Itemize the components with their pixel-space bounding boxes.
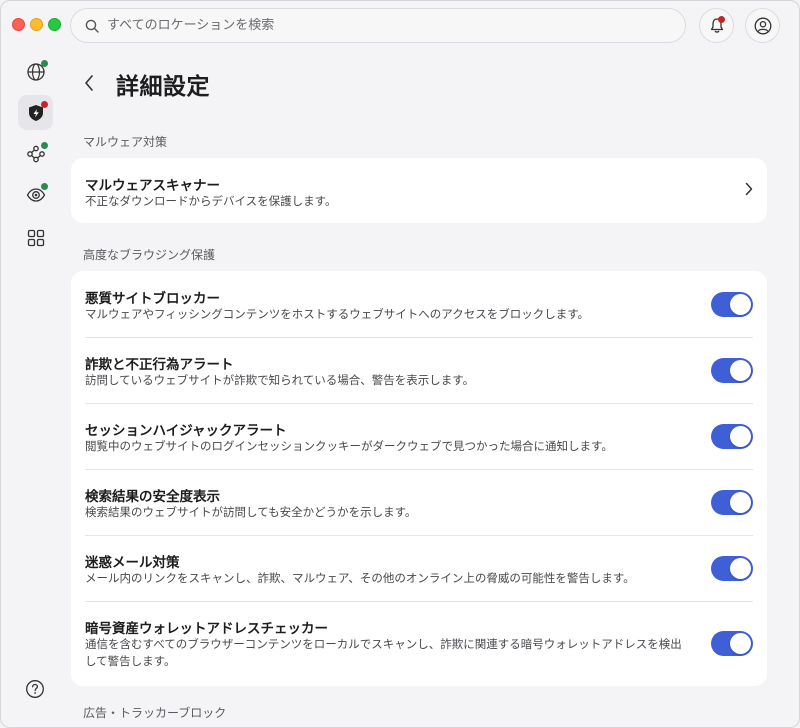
toggle-malicious-site-blocker[interactable]	[711, 292, 753, 317]
toggle-knob	[730, 633, 751, 654]
setting-row-session-hijack-alert: セッションハイジャックアラート 閲覧中のウェブサイトのログインセッションクッキー…	[71, 403, 767, 469]
row-description: 閲覧中のウェブサイトのログインセッションクッキーがダークウェブで見つかった場合に…	[85, 439, 613, 453]
status-dot-ok	[41, 60, 48, 67]
sidebar-item-network[interactable]	[18, 136, 53, 171]
toggle-session-hijack-alert[interactable]	[711, 424, 753, 449]
toggle-knob	[730, 360, 751, 381]
toggle-knob	[730, 492, 751, 513]
section-label-ads: 広告・トラッカーブロック	[83, 706, 227, 720]
help-icon	[26, 680, 44, 698]
row-title: 暗号資産ウォレットアドレスチェッカー	[85, 621, 328, 637]
setting-row-scam-alert: 詐欺と不正行為アラート 訪問しているウェブサイトが詐欺で知られている場合、警告を…	[71, 337, 767, 403]
chevron-left-icon	[85, 75, 93, 91]
toggle-spam-mail[interactable]	[711, 556, 753, 581]
malware-card: マルウェアスキャナー 不正なダウンロードからデバイスを保護します。	[71, 158, 767, 223]
toggle-knob	[730, 426, 751, 447]
row-description: 不正なダウンロードからデバイスを保護します。	[85, 194, 337, 208]
status-dot-alert	[41, 101, 48, 108]
toggle-knob	[730, 558, 751, 579]
setting-row-spam-mail: 迷惑メール対策 メール内のリンクをスキャンし、詐欺、マルウェア、その他のオンライ…	[71, 535, 767, 601]
row-description: マルウェアやフィッシングコンテンツをホストするウェブサイトへのアクセスをブロック…	[85, 307, 590, 321]
close-window-button[interactable]	[12, 18, 25, 31]
row-description: 検索結果のウェブサイトが訪問しても安全かどうかを示します。	[85, 505, 417, 519]
setting-row-crypto-wallet-checker: 暗号資産ウォレットアドレスチェッカー 通信を含むすべてのブラウザーコンテンツをロ…	[71, 601, 767, 686]
row-description: メール内のリンクをスキャンし、詐欺、マルウェア、その他のオンライン上の脅威の可能…	[85, 571, 635, 585]
search-icon	[85, 19, 99, 33]
row-title: 検索結果の安全度表示	[85, 489, 220, 505]
user-icon	[754, 17, 771, 34]
row-title: セッションハイジャックアラート	[85, 423, 287, 439]
row-title: 悪質サイトブロッカー	[85, 291, 220, 307]
account-button[interactable]	[745, 8, 780, 43]
minimize-window-button[interactable]	[30, 18, 43, 31]
setting-row-search-safety: 検索結果の安全度表示 検索結果のウェブサイトが訪問しても安全かどうかを示します。	[71, 469, 767, 535]
sidebar-item-security[interactable]	[18, 95, 53, 130]
section-label-malware: マルウェア対策	[83, 135, 168, 149]
status-dot-ok	[41, 183, 48, 190]
sidebar	[1, 51, 69, 727]
toggle-knob	[730, 294, 751, 315]
page-title: 詳細設定	[116, 74, 210, 100]
search-bar[interactable]	[70, 8, 686, 43]
apps-grid-icon	[27, 229, 44, 246]
main-content: 詳細設定 マルウェア対策 マルウェアスキャナー 不正なダウンロードからデバイスを…	[69, 51, 779, 727]
sidebar-item-privacy[interactable]	[18, 177, 53, 212]
row-title: 詐欺と不正行為アラート	[85, 357, 234, 373]
toggle-crypto-wallet-checker[interactable]	[711, 631, 753, 656]
chevron-right-icon	[745, 182, 753, 196]
search-input[interactable]	[107, 18, 667, 33]
row-description: 通信を含むすべてのブラウザーコンテンツをローカルでスキャンし、詐欺に関連する暗号…	[85, 637, 682, 668]
toggle-scam-alert[interactable]	[711, 358, 753, 383]
row-title: 迷惑メール対策	[85, 555, 180, 571]
malware-scanner-row[interactable]: マルウェアスキャナー 不正なダウンロードからデバイスを保護します。	[71, 158, 767, 223]
setting-row-malicious-site-blocker: 悪質サイトブロッカー マルウェアやフィッシングコンテンツをホストするウェブサイト…	[71, 271, 767, 337]
help-button[interactable]	[23, 677, 47, 701]
notifications-button[interactable]	[699, 8, 734, 43]
browsing-protection-card: 悪質サイトブロッカー マルウェアやフィッシングコンテンツをホストするウェブサイト…	[71, 271, 767, 686]
sidebar-item-apps[interactable]	[18, 220, 53, 255]
notification-badge	[718, 16, 725, 23]
row-description: 訪問しているウェブサイトが詐欺で知られている場合、警告を表示します。	[85, 373, 475, 387]
app-window: 詳細設定 マルウェア対策 マルウェアスキャナー 不正なダウンロードからデバイスを…	[0, 0, 800, 728]
sidebar-item-web-protection[interactable]	[18, 54, 53, 89]
row-title: マルウェアスキャナー	[85, 178, 220, 194]
back-button[interactable]	[79, 71, 99, 95]
section-label-browsing: 高度なブラウジング保護	[83, 248, 216, 262]
title-bar	[1, 1, 799, 51]
toggle-search-safety[interactable]	[711, 490, 753, 515]
zoom-window-button[interactable]	[48, 18, 61, 31]
status-dot-ok	[41, 142, 48, 149]
